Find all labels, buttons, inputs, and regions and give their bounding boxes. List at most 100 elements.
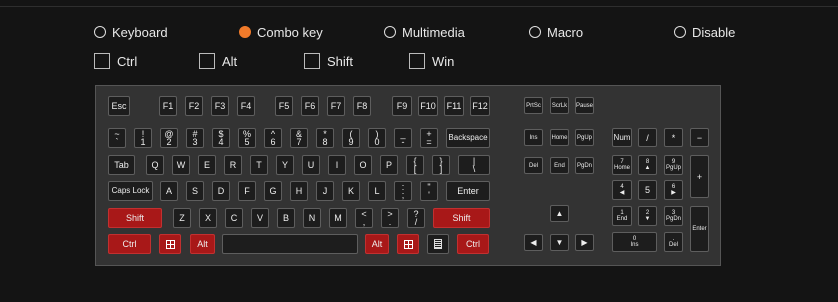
key-capslock[interactable]: Caps Lock [108, 181, 153, 201]
key-pause[interactable]: Pause [575, 97, 594, 114]
key-4[interactable]: $ 4 [212, 128, 230, 148]
key-rbracket[interactable]: } ] [432, 155, 450, 175]
key-num7[interactable]: 7 Home [612, 155, 632, 175]
key-lctrl[interactable]: Ctrl [108, 234, 151, 254]
key-right[interactable]: ▶ [575, 234, 594, 251]
checkbox-shift[interactable]: Shift [304, 52, 353, 70]
key-f1[interactable]: F1 [159, 96, 177, 116]
key-end[interactable]: End [550, 157, 569, 174]
key-6[interactable]: ^ 6 [264, 128, 282, 148]
key-f10[interactable]: F10 [418, 96, 438, 116]
checkbox-win[interactable]: Win [409, 52, 454, 70]
key-slash[interactable]: ? / [407, 208, 425, 228]
checkbox-box-shift[interactable] [304, 53, 320, 69]
radio-multimedia[interactable]: Multimedia [384, 24, 465, 40]
key-num9[interactable]: 9 PgUp [664, 155, 683, 175]
key-b[interactable]: B [277, 208, 295, 228]
key-f8[interactable]: F8 [353, 96, 371, 116]
key-tab[interactable]: Tab [108, 155, 135, 175]
key-lalt[interactable]: Alt [190, 234, 215, 254]
key-nummul[interactable]: * [664, 128, 683, 147]
checkbox-box-ctrl[interactable] [94, 53, 110, 69]
key-n[interactable]: N [303, 208, 321, 228]
key-f11[interactable]: F11 [444, 96, 464, 116]
key-quote[interactable]: " ' [420, 181, 438, 201]
key-8[interactable]: * 8 [316, 128, 334, 148]
key-lwin[interactable] [159, 234, 181, 254]
key-c[interactable]: C [225, 208, 243, 228]
radio-circle-keyboard[interactable] [94, 26, 106, 38]
checkbox-box-alt[interactable] [199, 53, 215, 69]
checkbox-alt[interactable]: Alt [199, 52, 237, 70]
key-equal[interactable]: + = [420, 128, 438, 148]
key-k[interactable]: K [342, 181, 360, 201]
key-f[interactable]: F [238, 181, 256, 201]
key-numlock[interactable]: Num [612, 128, 632, 147]
key-down[interactable]: ▼ [550, 234, 569, 251]
key-numenter[interactable]: Enter [690, 206, 709, 252]
key-1[interactable]: ! 1 [134, 128, 152, 148]
key-lbracket[interactable]: { [ [406, 155, 424, 175]
key-t[interactable]: T [250, 155, 268, 175]
key-f5[interactable]: F5 [275, 96, 293, 116]
key-u[interactable]: U [302, 155, 320, 175]
key-minus[interactable]: _ - [394, 128, 412, 148]
key-f6[interactable]: F6 [301, 96, 319, 116]
key-h[interactable]: H [290, 181, 308, 201]
key-3[interactable]: # 3 [186, 128, 204, 148]
key-5[interactable]: % 5 [238, 128, 256, 148]
key-num5[interactable]: 5 [638, 180, 657, 200]
key-num8[interactable]: 8 ▲ [638, 155, 657, 175]
key-2[interactable]: @ 2 [160, 128, 178, 148]
key-backtick[interactable]: ~ ` [108, 128, 126, 148]
key-enter[interactable]: Enter [446, 181, 490, 201]
key-y[interactable]: Y [276, 155, 294, 175]
key-d[interactable]: D [212, 181, 230, 201]
key-num3[interactable]: 3 PgDn [664, 206, 683, 226]
radio-circle-disable[interactable] [674, 26, 686, 38]
key-i[interactable]: I [328, 155, 346, 175]
key-num2[interactable]: 2 ▼ [638, 206, 657, 226]
key-num4[interactable]: 4 ◀ [612, 180, 632, 200]
key-pgdn[interactable]: PgDn [575, 157, 594, 174]
key-num6[interactable]: 6 ▶ [664, 180, 683, 200]
key-pgup[interactable]: PgUp [575, 129, 594, 146]
key-backspace[interactable]: Backspace [446, 128, 490, 148]
key-numsub[interactable]: − [690, 128, 709, 147]
key-q[interactable]: Q [146, 155, 164, 175]
key-9[interactable]: ( 9 [342, 128, 360, 148]
radio-circle-combo-key[interactable] [239, 26, 251, 38]
key-numdot[interactable]: . Del [664, 232, 683, 252]
key-ins[interactable]: Ins [524, 129, 543, 146]
key-num0[interactable]: 0 Ins [612, 232, 657, 252]
key-lshift[interactable]: Shift [108, 208, 162, 228]
radio-keyboard[interactable]: Keyboard [94, 24, 168, 40]
key-l[interactable]: L [368, 181, 386, 201]
key-num1[interactable]: 1 End [612, 206, 632, 226]
key-home[interactable]: Home [550, 129, 569, 146]
key-prtsc[interactable]: PrtSc [524, 97, 543, 114]
key-e[interactable]: E [198, 155, 216, 175]
key-f4[interactable]: F4 [237, 96, 255, 116]
key-menu[interactable] [427, 234, 449, 254]
key-semicolon[interactable]: : ; [394, 181, 412, 201]
key-del[interactable]: Del [524, 157, 543, 174]
key-period[interactable]: > . [381, 208, 399, 228]
key-j[interactable]: J [316, 181, 334, 201]
key-s[interactable]: S [186, 181, 204, 201]
key-rctrl[interactable]: Ctrl [457, 234, 489, 254]
key-numdiv[interactable]: / [638, 128, 657, 147]
key-numadd[interactable]: + [690, 155, 709, 198]
key-m[interactable]: M [329, 208, 347, 228]
radio-circle-macro[interactable] [529, 26, 541, 38]
checkbox-ctrl[interactable]: Ctrl [94, 52, 137, 70]
key-f9[interactable]: F9 [392, 96, 412, 116]
key-esc[interactable]: Esc [108, 96, 130, 116]
key-f12[interactable]: F12 [470, 96, 490, 116]
key-up[interactable]: ▲ [550, 205, 569, 222]
key-r[interactable]: R [224, 155, 242, 175]
key-0[interactable]: ) 0 [368, 128, 386, 148]
key-f7[interactable]: F7 [327, 96, 345, 116]
key-o[interactable]: O [354, 155, 372, 175]
radio-macro[interactable]: Macro [529, 24, 583, 40]
